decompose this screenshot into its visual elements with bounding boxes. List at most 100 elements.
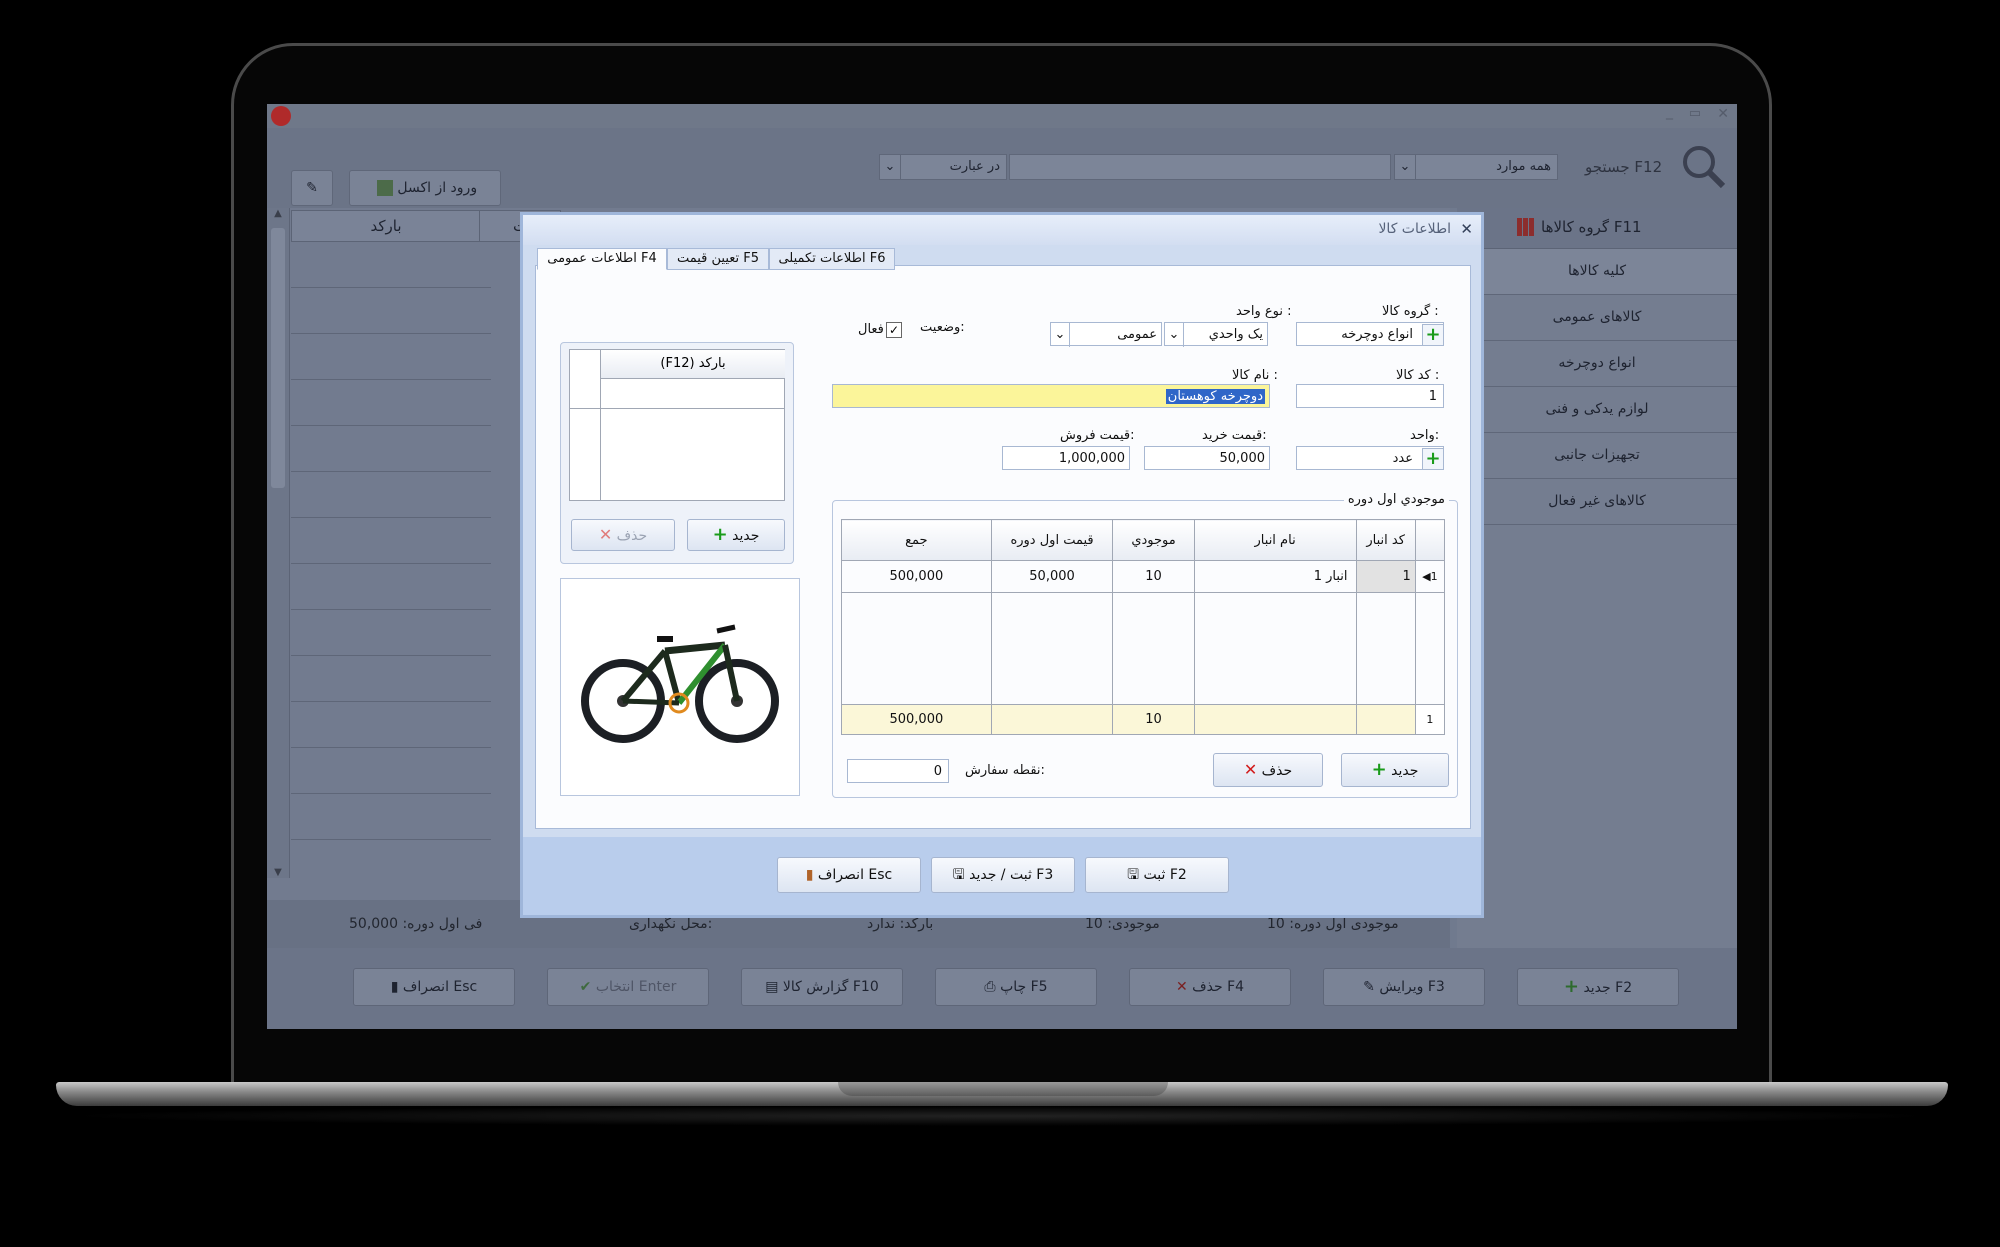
- grid-scrollbar[interactable]: ▲ ▼: [267, 208, 290, 878]
- report-button[interactable]: ▤ گزارش کالا F10: [741, 968, 903, 1006]
- close-icon[interactable]: ✕: [1460, 220, 1473, 238]
- product-image[interactable]: [560, 578, 800, 796]
- cancel-button[interactable]: ▮ انصراف Esc: [353, 968, 515, 1006]
- category-header: گروه کالاها F11: [1457, 208, 1737, 249]
- table-row[interactable]: [291, 564, 491, 610]
- table-row[interactable]: [291, 426, 491, 472]
- close-window-icon[interactable]: ✕: [1717, 106, 1729, 122]
- column-header-code[interactable]: کد انبار: [1355, 519, 1416, 561]
- new-button[interactable]: + جدید F2: [1517, 968, 1679, 1006]
- category-item-accessories[interactable]: تجهیزات جانبی: [1457, 433, 1737, 479]
- stock-new-button[interactable]: + جدید: [1341, 753, 1449, 787]
- table-row[interactable]: [291, 472, 491, 518]
- select-button[interactable]: ✔ انتخاب Enter: [547, 968, 709, 1006]
- status-opening-stock: موجودی اول دوره: 10: [1267, 916, 1399, 932]
- cell-price[interactable]: 50,000: [990, 560, 1114, 593]
- barcode-new-button[interactable]: + جدید: [687, 519, 785, 551]
- column-header-barcode[interactable]: بارکد: [291, 210, 481, 242]
- table-row[interactable]: [291, 518, 491, 564]
- dialog-title: اطلاعات کالا: [1378, 221, 1451, 237]
- palette-icon[interactable]: ✎: [291, 170, 333, 206]
- table-row[interactable]: 500,000 50,000 10 انبار 1 1 ◀1: [841, 560, 1446, 593]
- unit-type-select[interactable]: یک واحدي ⌄: [1164, 322, 1268, 347]
- sell-price-field[interactable]: 1,000,000: [1002, 446, 1130, 470]
- delete-x-icon: ✕: [598, 525, 613, 544]
- dialog-footer: 🖫 ثبت F2 🖫 ثبت / جدید F3 ▮ انصراف Esc: [523, 837, 1481, 915]
- category-item-all[interactable]: کلیه کالاها: [1457, 249, 1737, 295]
- table-row[interactable]: [291, 610, 491, 656]
- category-panel: گروه کالاها F11 کلیه کالاها کالاهای عموم…: [1457, 208, 1737, 968]
- cell-warehouse[interactable]: انبار 1: [1193, 560, 1357, 593]
- category-item-inactive[interactable]: کالاهای غیر فعال: [1457, 479, 1737, 525]
- delete-button[interactable]: ✕ حذف F4: [1129, 968, 1291, 1006]
- active-checkbox[interactable]: ✓: [886, 322, 902, 338]
- excel-icon: [376, 180, 393, 196]
- table-row[interactable]: [291, 242, 491, 288]
- search-icon[interactable]: [1679, 142, 1727, 190]
- cell-qty[interactable]: 10: [1112, 560, 1195, 593]
- add-group-icon[interactable]: +: [1422, 324, 1444, 346]
- chevron-down-icon: ⌄: [1051, 323, 1070, 347]
- active-label: فعال: [858, 322, 884, 337]
- match-select[interactable]: در عبارت ⌄: [879, 154, 1007, 180]
- stock-delete-button[interactable]: ✕ حذف: [1213, 753, 1323, 787]
- name-field[interactable]: دوچرخه کوهستان: [832, 384, 1270, 408]
- chevron-down-icon: ⌄: [1165, 323, 1184, 347]
- code-field[interactable]: 1: [1296, 384, 1444, 408]
- category-item-bicycles[interactable]: انواع دوچرخه: [1457, 341, 1737, 387]
- grid-icon: [1517, 218, 1535, 236]
- footer-qty: 10: [1112, 704, 1195, 735]
- column-header-total[interactable]: جمع: [841, 519, 992, 561]
- buy-price-field[interactable]: 50,000: [1144, 446, 1270, 470]
- bicycle-icon: [581, 624, 779, 743]
- cell-total[interactable]: 500,000: [841, 560, 992, 593]
- category-item-spare-parts[interactable]: لوازم یدکی و فنی: [1457, 387, 1737, 433]
- tab-general[interactable]: اطلاعات عمومی F4: [537, 248, 667, 270]
- pencil-icon: ✎: [1363, 979, 1375, 995]
- printer-icon: ⎙: [984, 979, 996, 995]
- bottom-toolbar: + جدید F2 ✎ ویرایش F3 ✕ حذف F4 ⎙ چاپ F5 …: [267, 948, 1737, 1029]
- excel-import-button[interactable]: ورود از اکسل: [349, 170, 501, 206]
- table-row[interactable]: [291, 748, 491, 794]
- table-row[interactable]: [291, 288, 491, 334]
- table-row[interactable]: [291, 794, 491, 840]
- delete-x-icon: ✕: [1243, 760, 1258, 779]
- reorder-point-field[interactable]: 0: [847, 759, 949, 783]
- column-header-opening-price[interactable]: قیمت اول دوره: [990, 519, 1114, 561]
- dialog-cancel-button[interactable]: ▮ انصراف Esc: [777, 857, 921, 893]
- column-header-qty[interactable]: موجودي: [1112, 519, 1195, 561]
- tab-pricing[interactable]: تعیین قیمت F5: [667, 248, 769, 270]
- cell-code[interactable]: 1: [1355, 560, 1416, 593]
- column-header-warehouse[interactable]: نام انبار: [1193, 519, 1357, 561]
- delete-x-icon: ✕: [1175, 979, 1188, 995]
- status-location: محل نگهداری:: [629, 916, 713, 932]
- save-button[interactable]: 🖫 ثبت F2: [1085, 857, 1229, 893]
- barcode-table: (F12) بارکد: [569, 349, 785, 501]
- table-row[interactable]: [291, 702, 491, 748]
- table-row[interactable]: [291, 334, 491, 380]
- status-barcode: بارکد: ندارد: [867, 916, 934, 932]
- minimize-window-icon[interactable]: _: [1666, 104, 1673, 120]
- chevron-down-icon: ⌄: [880, 155, 901, 179]
- footer-total: 500,000: [841, 704, 992, 735]
- search-input[interactable]: [1009, 154, 1391, 180]
- buy-price-label: قیمت خرید:: [1202, 428, 1267, 443]
- row-indicator: ◀1: [1414, 560, 1446, 593]
- save-new-button[interactable]: 🖫 ثبت / جدید F3: [931, 857, 1075, 893]
- edit-button[interactable]: ✎ ویرایش F3: [1323, 968, 1485, 1006]
- category-item-general[interactable]: کالاهای عمومی: [1457, 295, 1737, 341]
- print-button[interactable]: ⎙ چاپ F5: [935, 968, 1097, 1006]
- tab-extra[interactable]: اطلاعات تکمیلی F6: [769, 248, 895, 270]
- scroll-thumb[interactable]: [271, 228, 285, 488]
- barcode-delete-button[interactable]: ✕ حذف: [571, 519, 675, 551]
- unit-scope-select[interactable]: عمومی ⌄: [1050, 322, 1162, 347]
- table-row[interactable]: [291, 380, 491, 426]
- barcode-row[interactable]: [570, 378, 784, 409]
- grid-body: [291, 242, 491, 878]
- scroll-down-icon[interactable]: ▼: [267, 867, 289, 878]
- scroll-up-icon[interactable]: ▲: [267, 208, 289, 228]
- add-unit-icon[interactable]: +: [1422, 448, 1444, 470]
- maximize-window-icon[interactable]: ▭: [1689, 106, 1701, 121]
- table-row[interactable]: [291, 656, 491, 702]
- scope-select[interactable]: همه موارد ⌄: [1394, 154, 1558, 180]
